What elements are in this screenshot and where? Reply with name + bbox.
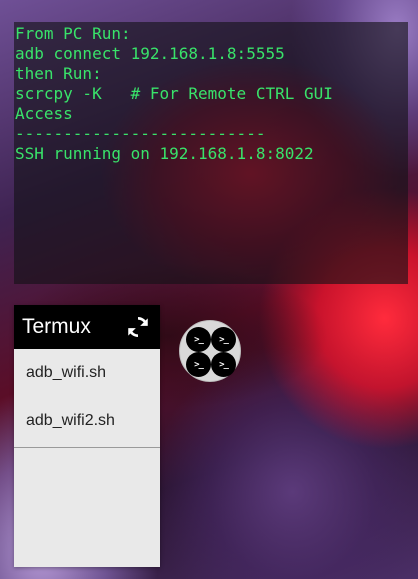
terminal-line: From PC Run: <box>15 24 131 43</box>
terminal-line: SSH running on 192.168.1.8:8022 <box>15 144 314 163</box>
widget-title: Termux <box>22 315 91 338</box>
prompt-icon: >_ <box>186 327 211 352</box>
prompt-icon: >_ <box>186 352 211 377</box>
list-divider <box>14 447 160 448</box>
terminal-line: adb connect 192.168.1.8:5555 <box>15 44 285 63</box>
terminal-output: From PC Run: adb connect 192.168.1.8:555… <box>14 22 408 284</box>
prompt-icon: >_ <box>211 352 236 377</box>
termux-widget: Termux adb_wifi.sh adb_wifi2.sh <box>14 305 160 567</box>
terminal-line: -------------------------- <box>15 124 266 143</box>
script-item-adb-wifi2[interactable]: adb_wifi2.sh <box>14 397 160 445</box>
refresh-icon[interactable] <box>124 313 152 341</box>
terminal-line: then Run: <box>15 64 102 83</box>
script-item-adb-wifi[interactable]: adb_wifi.sh <box>14 349 160 397</box>
termux-bubble-icon[interactable]: >_ >_ >_ >_ <box>179 320 241 382</box>
widget-header: Termux <box>14 305 160 349</box>
terminal-line: scrcpy -K # For Remote CTRL GUI <box>15 84 333 103</box>
prompt-icon: >_ <box>211 327 236 352</box>
terminal-line: Access <box>15 104 73 123</box>
